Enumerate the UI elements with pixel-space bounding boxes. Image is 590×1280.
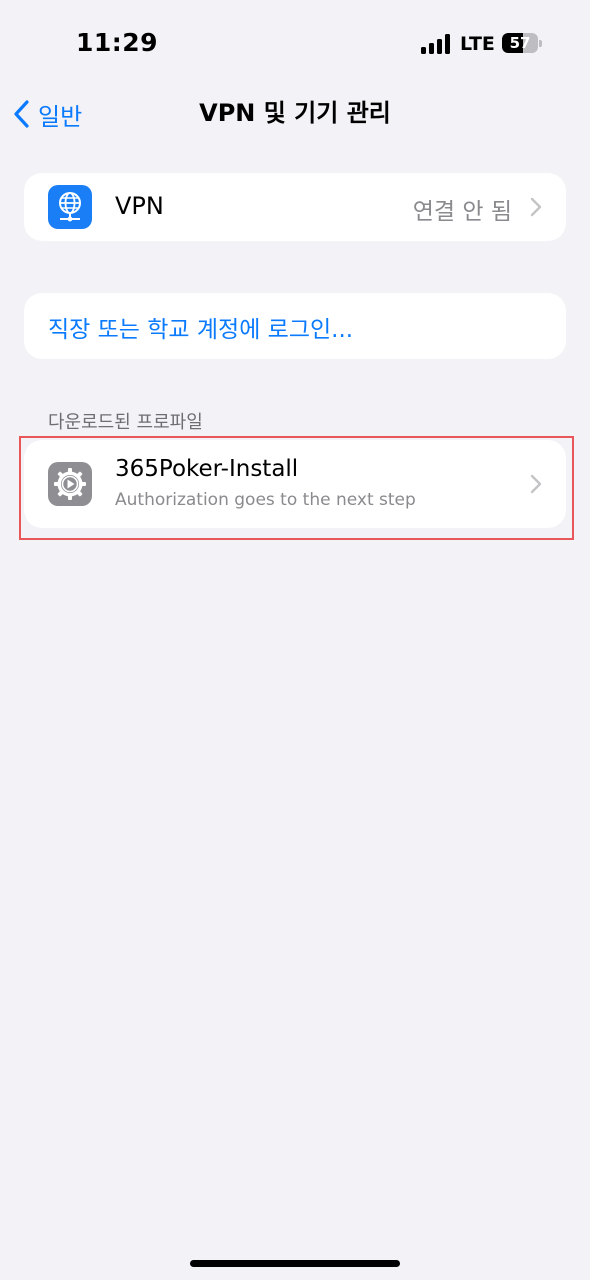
battery-icon: 57 xyxy=(502,33,538,53)
vpn-label: VPN xyxy=(115,192,164,220)
signal-strength-icon xyxy=(421,34,451,54)
vpn-row[interactable]: VPN 연결 안 됨 xyxy=(24,173,566,241)
vpn-status: 연결 안 됨 xyxy=(412,199,512,225)
status-bar: 11:29 LTE 57 xyxy=(0,0,590,88)
vpn-card: VPN 연결 안 됨 xyxy=(24,173,566,241)
battery-level: 57 xyxy=(509,34,531,52)
profile-subtitle: Authorization goes to the next step xyxy=(115,490,416,510)
profile-card: 365Poker-Install Authorization goes to t… xyxy=(24,440,566,528)
network-type: LTE xyxy=(460,33,495,55)
gear-icon xyxy=(48,462,92,506)
chevron-right-icon xyxy=(530,474,542,494)
home-indicator[interactable] xyxy=(190,1260,400,1267)
profile-name: 365Poker-Install xyxy=(115,456,299,482)
signin-card: 직장 또는 학교 계정에 로그인... xyxy=(24,293,566,359)
globe-network-icon xyxy=(48,185,92,229)
page-title: VPN 및 기기 관리 xyxy=(199,99,391,127)
chevron-right-icon xyxy=(530,197,542,217)
status-time: 11:29 xyxy=(76,28,159,57)
profile-row[interactable]: 365Poker-Install Authorization goes to t… xyxy=(24,440,566,528)
battery-nub xyxy=(539,40,542,47)
work-school-signin-link[interactable]: 직장 또는 학교 계정에 로그인... xyxy=(48,310,353,344)
downloaded-profiles-header: 다운로드된 프로파일 xyxy=(48,412,203,433)
